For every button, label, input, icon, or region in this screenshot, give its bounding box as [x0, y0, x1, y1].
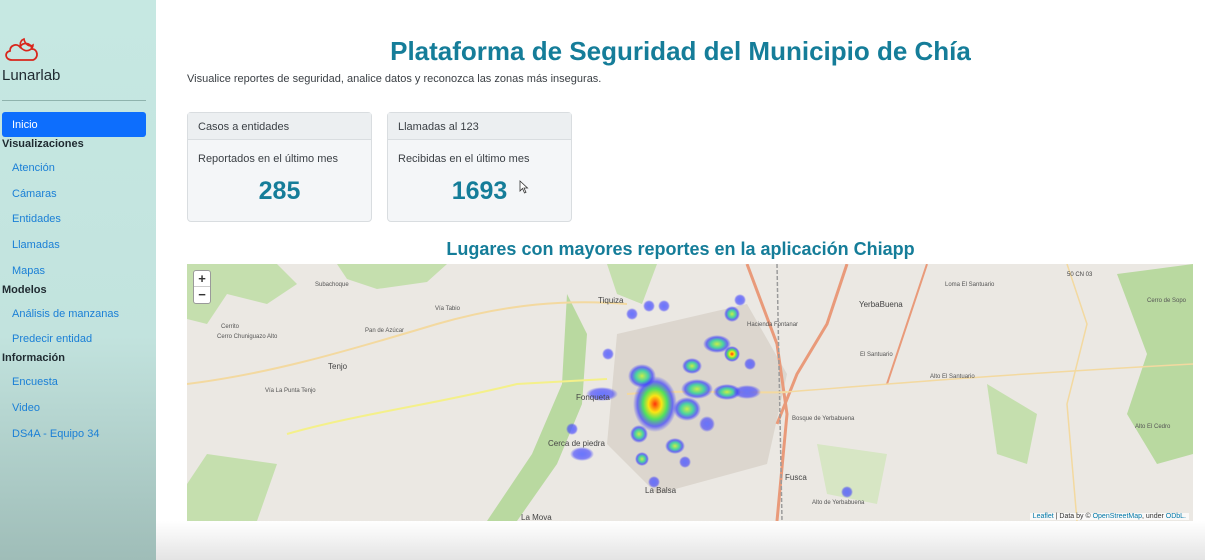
- map-label-pan-de-azucar: Pan de Azúcar: [365, 328, 405, 334]
- sidebar-item-predecir-entidad[interactable]: Predecir entidad: [12, 333, 92, 345]
- openstreetmap-link[interactable]: OpenStreetMap: [1093, 513, 1142, 520]
- odbl-link[interactable]: ODbL.: [1166, 513, 1186, 520]
- map-label-cerca-de-piedra: Cerca de piedra: [548, 439, 605, 448]
- map-label-loma-el-santuario: Loma El Santuario: [945, 282, 995, 288]
- map-label-via-tabio: Vía Tabio: [435, 306, 460, 312]
- card-description: Recibidas en el último mes: [398, 153, 530, 165]
- heatmap-map[interactable]: + − Tiquiza Tenjo Fonqueta Cerca de pied…: [187, 264, 1193, 521]
- map-label-50-cn-03: 50 CN 03: [1067, 272, 1093, 278]
- sidebar-section-visualizaciones: Visualizaciones: [2, 138, 84, 150]
- mouse-cursor-icon: [519, 180, 529, 194]
- map-label-cerro-de-sopo: Cerro de Sopo: [1147, 298, 1187, 304]
- sidebar-item-inicio[interactable]: Inicio: [2, 112, 146, 137]
- attribution-under: , under: [1142, 513, 1166, 520]
- sidebar-item-equipo[interactable]: DS4A - Equipo 34: [12, 428, 99, 440]
- sidebar-section-informacion: Información: [2, 352, 65, 364]
- map-attribution: Leaflet | Data by © OpenStreetMap, under…: [1029, 513, 1189, 520]
- sidebar-divider: [2, 100, 146, 101]
- map-label-yerbabuena: YerbaBuena: [859, 300, 903, 309]
- sidebar: Lunarlab Inicio Visualizaciones Atención…: [0, 0, 156, 560]
- sidebar-item-analisis-manzanas[interactable]: Análisis de manzanas: [12, 308, 119, 320]
- zoom-out-button[interactable]: −: [194, 287, 210, 303]
- map-label-via-la-punta-tenjo: Vía La Punta Tenjo: [265, 388, 316, 394]
- attribution-text: | Data by ©: [1053, 513, 1093, 520]
- map-label-tenjo: Tenjo: [328, 362, 348, 371]
- map-label-cerro-chuniguazo-alto: Cerro Chuniguazo Alto: [217, 334, 278, 340]
- sidebar-item-camaras[interactable]: Cámaras: [12, 188, 57, 200]
- sidebar-section-modelos: Modelos: [2, 284, 47, 296]
- map-label-hacienda-fontanar: Hacienda Fontanar: [747, 322, 799, 328]
- card-casos-entidades: Casos a entidades Reportados en el últim…: [187, 112, 372, 222]
- page-subtitle: Visualice reportes de seguridad, analice…: [187, 73, 602, 85]
- card-header: Casos a entidades: [188, 113, 371, 140]
- map-label-alto-de-yerbabuena: Alto de Yerbabuena: [812, 500, 865, 506]
- page-title: Plataforma de Seguridad del Municipio de…: [390, 36, 971, 66]
- card-value: 285: [258, 177, 301, 205]
- map-label-fonqueta: Fonqueta: [576, 393, 610, 402]
- map-label-alto-el-santuario: Alto El Santuario: [930, 374, 975, 380]
- sidebar-item-video[interactable]: Video: [12, 402, 40, 414]
- map-label-la-balsa: La Balsa: [645, 486, 677, 495]
- map-label-subachoque: Subachoque: [315, 282, 349, 288]
- card-header: Llamadas al 123: [388, 113, 571, 140]
- map-label-la-mova: La Mova: [521, 513, 552, 521]
- sidebar-item-encuesta[interactable]: Encuesta: [12, 376, 58, 388]
- map-label-bosque-de-yerbabuena: Bosque de Yerbabuena: [792, 416, 855, 422]
- card-value: 1693: [451, 177, 508, 205]
- card-llamadas-123: Llamadas al 123 Recibidas en el último m…: [387, 112, 572, 222]
- sidebar-item-llamadas[interactable]: Llamadas: [12, 239, 60, 251]
- sidebar-item-entidades[interactable]: Entidades: [12, 213, 61, 225]
- map-label-cerrito: Cerrito: [221, 324, 240, 330]
- map-label-tiquiza: Tiquiza: [598, 296, 624, 305]
- moon-cloud-logo-icon: [5, 37, 38, 61]
- leaflet-link[interactable]: Leaflet: [1033, 513, 1054, 520]
- zoom-control: + −: [193, 270, 211, 304]
- map-title: Lugares con mayores reportes en la aplic…: [446, 239, 915, 259]
- zoom-in-button[interactable]: +: [194, 271, 210, 287]
- map-label-el-santuario: El Santuario: [860, 352, 893, 358]
- map-tiles: [187, 264, 1193, 521]
- bottom-fade: [156, 521, 1205, 560]
- sidebar-item-atencion[interactable]: Atención: [12, 162, 55, 174]
- card-description: Reportados en el último mes: [198, 153, 339, 165]
- brand-name: Lunarlab: [2, 67, 61, 84]
- sidebar-item-mapas[interactable]: Mapas: [12, 265, 45, 277]
- map-label-alto-el-cedro: Alto El Cedro: [1135, 424, 1171, 430]
- map-label-fusca: Fusca: [785, 473, 807, 482]
